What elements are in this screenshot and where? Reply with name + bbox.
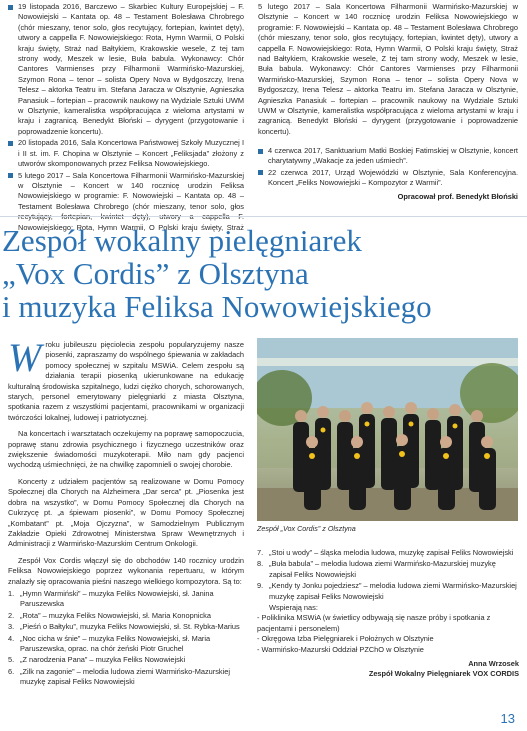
song-item: 4. „Noc cicha w śnie” – muzyka Feliks Now… (8, 634, 244, 655)
paragraph: Zespół Vox Cordis włączył się do obchodó… (8, 555, 244, 586)
song-text: „Buła babula” – melodia ludowa ziemi War… (269, 559, 496, 579)
title-line: Zespół wokalny pielęgniarek (2, 223, 362, 258)
song-item: 5. „Z narodzenia Pana” – muzyka Feliks No… (8, 655, 244, 665)
support-line: - Warmińsko-Mazurski Oddział PZChO w Ols… (257, 644, 424, 654)
title-line: i muzyka Feliksa Nowowiejskiego (2, 289, 432, 324)
title-line: „Vox Cordis” z Olsztyna (2, 256, 309, 291)
divider (0, 216, 527, 217)
event-item: 19 listopada 2016, Barczewo – Skarbiec K… (8, 2, 244, 137)
event-item: 22 czerwca 2017, Urząd Wojewódzki w Olsz… (258, 168, 518, 189)
song-item: 7. „Stoi u wody” – śląska melodia ludowa,… (257, 548, 519, 558)
event-continuation: 5 lutego 2017 – Sala Koncertowa Filharmo… (258, 2, 518, 142)
song-item: 2. „Rota” – muzyka Feliks Nowowiejski, sł… (8, 611, 244, 621)
song-number: 9. (257, 581, 264, 591)
signature-group: Zespół Wokalny Pielęgniarek VOX CORDIS (368, 669, 519, 679)
event-continuation-text: 5 lutego 2017 – Sala Koncertowa Filharmo… (258, 2, 518, 136)
top-author: Opracował prof. Benedykt Błoński (397, 191, 518, 201)
group-photo-illustration (257, 338, 518, 521)
song-text: „Z narodzenia Pana” – muzyka Feliks Nowo… (20, 655, 186, 665)
article-body: Wroku jubileuszu pięciolecia zespołu pop… (8, 340, 244, 710)
song-text: „Noc cicha w śnie” – muzyka Feliks Nowow… (20, 633, 211, 653)
paragraph-text: roku jubileuszu pięciolecia zespołu popu… (8, 340, 244, 422)
drop-cap: W (8, 340, 42, 380)
song-number: 4. (8, 633, 15, 643)
event-list-right: 4 czerwca 2017, Sanktuarium Matki Boskie… (258, 146, 518, 189)
right-lower-column: 7. „Stoi u wody” – śląska melodia ludowa,… (257, 548, 519, 680)
event-item: 20 listopada 2016, Sala Koncertowa Państ… (8, 138, 244, 169)
event-list-left: 19 listopada 2016, Barczewo – Skarbiec K… (8, 2, 244, 233)
page-number: 13 (500, 711, 515, 726)
song-item: 6. „Zilk na zagonie” – melodia ludowa zie… (8, 667, 244, 688)
top-right-column: 5 lutego 2017 – Sala Koncertowa Filharmo… (258, 2, 518, 202)
article-title: Zespół wokalny pielęgniarek „Vox Cordis”… (2, 224, 522, 323)
support-label: Wspierają nas: (269, 603, 318, 613)
song-item: 9. „Kendy ty Jonku pojedziesz” – melodia … (257, 581, 519, 602)
paragraph: Koncerty z udziałem pacjentów są realizo… (8, 476, 244, 549)
paragraph: Na koncertach i warsztatach oczekujemy n… (8, 429, 244, 470)
paragraph: Wroku jubileuszu pięciolecia zespołu pop… (8, 340, 244, 423)
support-line: - Poliklinika MSWiA (w świetlicy odbywaj… (257, 613, 491, 633)
song-item: 3. „Pieśń o Bałtyku”, muzyka Feliks Nowow… (8, 622, 244, 632)
song-number: 2. (8, 610, 15, 620)
support-line: - Okręgowa Izba Pielęgniarek i Położnych… (257, 634, 434, 644)
song-text: „Hymn Warmiński” – muzyka Feliks Nowowie… (20, 588, 214, 609)
group-photo (257, 338, 518, 521)
song-number: 1. (8, 588, 15, 598)
song-number: 3. (8, 622, 15, 632)
song-number: 6. (8, 666, 15, 676)
song-text: „Zilk na zagonie” – melodia ludowa ziemi… (20, 666, 231, 687)
song-number: 8. (257, 559, 264, 569)
signature-name: Anna Wrzosek (468, 659, 519, 669)
song-number: 5. (8, 655, 15, 665)
song-text: „Pieśń o Bałtyku”, muzyka Feliks Nowowie… (20, 622, 240, 632)
song-list-left: 1. „Hymn Warmiński” – muzyka Feliks Nowow… (8, 589, 244, 688)
song-list-right: 7. „Stoi u wody” – śląska melodia ludowa,… (257, 548, 519, 602)
song-text: „Rota” – muzyka Feliks Nowowiejski, sł. … (20, 610, 211, 620)
event-item: 4 czerwca 2017, Sanktuarium Matki Boskie… (258, 146, 518, 167)
song-text: „Stoi u wody” – śląska melodia ludowa, m… (269, 548, 514, 557)
song-item: 8. „Buła babula” – melodia ludowa ziemi W… (257, 559, 519, 580)
photo-caption: Zespół „Vox Cordis” z Olsztyna (257, 524, 356, 533)
song-item: 1. „Hymn Warmiński” – muzyka Feliks Nowow… (8, 589, 244, 610)
top-left-column: 19 listopada 2016, Barczewo – Skarbiec K… (8, 2, 244, 234)
song-text: „Kendy ty Jonku pojedziesz” – melodia lu… (269, 581, 517, 601)
song-number: 7. (257, 548, 264, 557)
